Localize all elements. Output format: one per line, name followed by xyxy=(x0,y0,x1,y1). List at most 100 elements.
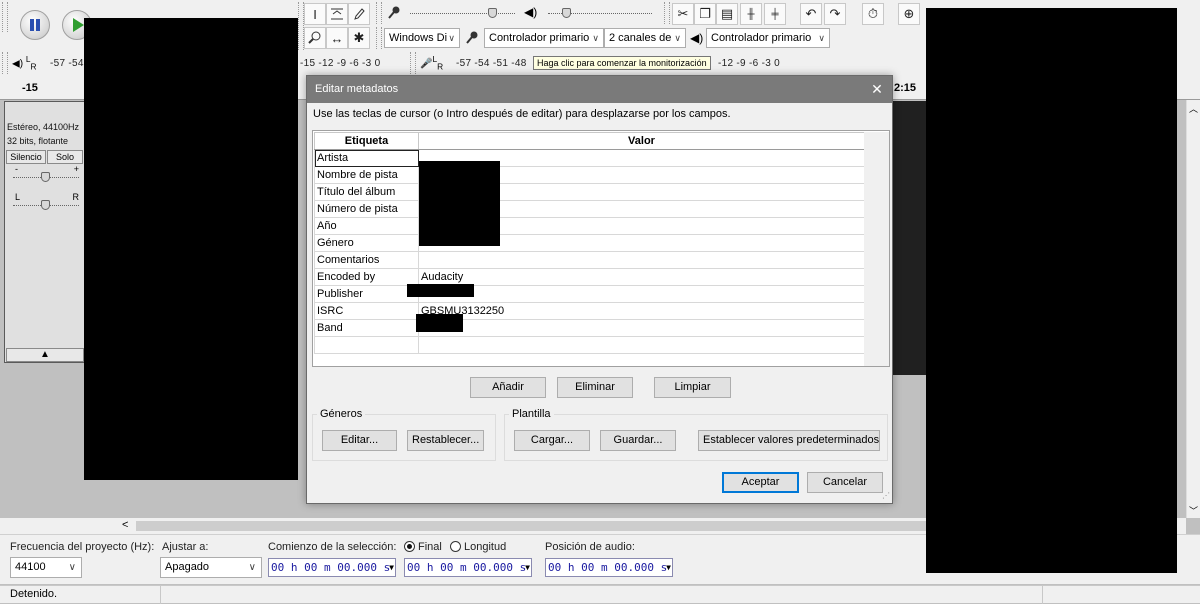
tag-cell[interactable]: Comentarios xyxy=(314,251,419,269)
metadata-grid[interactable]: Etiqueta Valor Artista Nombre de pista Tít… xyxy=(312,130,890,367)
table-row[interactable]: Nombre de pista xyxy=(314,166,865,184)
add-button[interactable]: Añadir xyxy=(470,377,546,398)
channels-select[interactable]: 2 canales de ∨ xyxy=(604,28,686,48)
resize-grip-icon[interactable]: ⋰ xyxy=(880,491,890,501)
snap-to-select[interactable]: Apagado ∨ xyxy=(160,557,262,578)
recording-device-select[interactable]: Controlador primario ∨ xyxy=(484,28,604,48)
zoom-tool-button[interactable] xyxy=(304,27,326,49)
selection-end-time[interactable]: 00 h 00 m 00.000 s ▼ xyxy=(404,558,532,577)
value-cell[interactable]: GBSMU3132250 xyxy=(418,302,865,320)
recording-meter-scale[interactable]: -57 -54 -51 -48 xyxy=(456,58,527,69)
vertical-scrollbar[interactable]: ︿ ﹀ xyxy=(1186,100,1200,518)
dialog-title-bar[interactable]: Editar metadatos xyxy=(307,76,892,103)
pan-slider[interactable]: L R xyxy=(13,192,79,214)
table-row[interactable]: Artista xyxy=(314,149,865,167)
table-row[interactable]: Band xyxy=(314,319,865,337)
pencil-tool-button[interactable] xyxy=(348,3,370,25)
rec-meter-grip[interactable] xyxy=(410,52,416,74)
end-radio[interactable]: Final xyxy=(404,541,442,553)
table-row[interactable]: Encoded by Audacity xyxy=(314,268,865,286)
selection-start-time[interactable]: 00 h 00 m 00.000 s ▼ xyxy=(268,558,396,577)
recording-volume-slider[interactable] xyxy=(410,4,515,22)
waveform-area[interactable] xyxy=(890,101,926,375)
tag-cell[interactable]: Género xyxy=(314,234,419,252)
table-row[interactable]: ISRC GBSMU3132250 xyxy=(314,302,865,320)
host-select-value: Windows Di xyxy=(389,32,448,44)
value-cell[interactable] xyxy=(418,319,865,337)
tag-cell[interactable]: Nombre de pista xyxy=(314,166,419,184)
redo-button[interactable]: ↷ xyxy=(824,3,846,25)
value-cell[interactable] xyxy=(418,285,865,303)
project-rate-combo[interactable]: 44100 ∨ xyxy=(10,557,82,578)
track-control-panel[interactable]: Estéreo, 44100Hz 32 bits, flotante Silen… xyxy=(4,101,86,363)
dropdown-arrow-icon[interactable]: ▼ xyxy=(389,559,394,576)
value-cell[interactable] xyxy=(418,251,865,269)
trim-button[interactable]: ╫ xyxy=(740,3,762,25)
table-row[interactable]: Título del álbum xyxy=(314,183,865,201)
table-row[interactable]: Género xyxy=(314,234,865,252)
toolbar-grip[interactable] xyxy=(2,2,8,32)
cut-button[interactable]: ✂ xyxy=(672,3,694,25)
value-cell[interactable]: Audacity xyxy=(418,268,865,286)
tag-cell[interactable]: Band xyxy=(314,319,419,337)
clear-button[interactable]: Limpiar xyxy=(654,377,731,398)
paste-button[interactable]: ▤ xyxy=(716,3,738,25)
table-row[interactable]: Número de pista xyxy=(314,200,865,218)
dropdown-arrow-icon[interactable]: ▼ xyxy=(525,559,530,576)
table-row[interactable]: Comentarios xyxy=(314,251,865,269)
scroll-up-icon[interactable]: ︿ xyxy=(1189,102,1198,115)
ibeam-tool-button[interactable]: I xyxy=(304,3,326,25)
redaction-block xyxy=(407,284,474,297)
tag-cell[interactable]: Año xyxy=(314,217,419,235)
gain-slider[interactable]: - + xyxy=(13,164,79,186)
mute-button[interactable]: Silencio xyxy=(6,150,46,164)
mixer-grip[interactable] xyxy=(376,2,382,24)
pause-button[interactable] xyxy=(20,10,50,40)
tag-cell[interactable]: Artista xyxy=(314,149,419,167)
edit-grip[interactable] xyxy=(664,2,670,24)
timeshift-tool-button[interactable]: ↔ xyxy=(326,27,348,49)
scroll-left-icon[interactable]: < xyxy=(122,519,128,531)
silence-button[interactable]: ╪ xyxy=(764,3,786,25)
playback-device-select[interactable]: Controlador primario ∨ xyxy=(706,28,830,48)
table-row[interactable]: Publisher xyxy=(314,285,865,303)
save-template-button[interactable]: Guardar... xyxy=(600,430,676,451)
tag-cell[interactable] xyxy=(314,336,419,354)
value-column-header[interactable]: Valor xyxy=(418,132,865,150)
tag-cell[interactable]: Título del álbum xyxy=(314,183,419,201)
multi-tool-button[interactable]: ✱ xyxy=(348,27,370,49)
playback-volume-slider[interactable] xyxy=(548,4,652,22)
host-select[interactable]: Windows Di ∨ xyxy=(384,28,460,48)
ok-button[interactable]: Aceptar xyxy=(722,472,799,493)
undo-icon: ↶ xyxy=(805,6,817,21)
tag-cell[interactable]: Número de pista xyxy=(314,200,419,218)
edit-genres-button[interactable]: Editar... xyxy=(322,430,397,451)
delete-button[interactable]: Eliminar xyxy=(557,377,633,398)
tag-cell[interactable]: ISRC xyxy=(314,302,419,320)
meter-grip[interactable] xyxy=(2,52,8,74)
timer-button[interactable]: ⏱ xyxy=(862,3,884,25)
device-grip[interactable] xyxy=(376,27,382,49)
dropdown-arrow-icon[interactable]: ▼ xyxy=(666,559,671,576)
collapse-track-button[interactable]: ▲ xyxy=(6,348,84,362)
cancel-button[interactable]: Cancelar xyxy=(807,472,883,493)
table-row[interactable] xyxy=(314,336,865,354)
zoom-in-button[interactable]: ⊕ xyxy=(898,3,920,25)
reset-genres-button[interactable]: Restablecer... xyxy=(407,430,484,451)
scroll-down-icon[interactable]: ﹀ xyxy=(1189,504,1198,517)
length-radio[interactable]: Longitud xyxy=(450,541,506,553)
envelope-tool-button[interactable] xyxy=(326,3,348,25)
audio-position-time[interactable]: 00 h 00 m 00.000 s ▼ xyxy=(545,558,673,577)
tag-cell[interactable]: Encoded by xyxy=(314,268,419,286)
load-template-button[interactable]: Cargar... xyxy=(514,430,590,451)
table-row[interactable]: Año xyxy=(314,217,865,235)
tag-cell[interactable]: Publisher xyxy=(314,285,419,303)
tag-column-header[interactable]: Etiqueta xyxy=(314,132,419,150)
value-cell[interactable] xyxy=(418,336,865,354)
solo-button[interactable]: Solo xyxy=(47,150,83,164)
set-defaults-button[interactable]: Establecer valores predeterminados xyxy=(698,430,880,451)
undo-button[interactable]: ↶ xyxy=(800,3,822,25)
chevron-down-icon: ∨ xyxy=(592,33,599,43)
copy-button[interactable]: ❐ xyxy=(694,3,716,25)
close-button[interactable]: ✕ xyxy=(862,76,892,103)
